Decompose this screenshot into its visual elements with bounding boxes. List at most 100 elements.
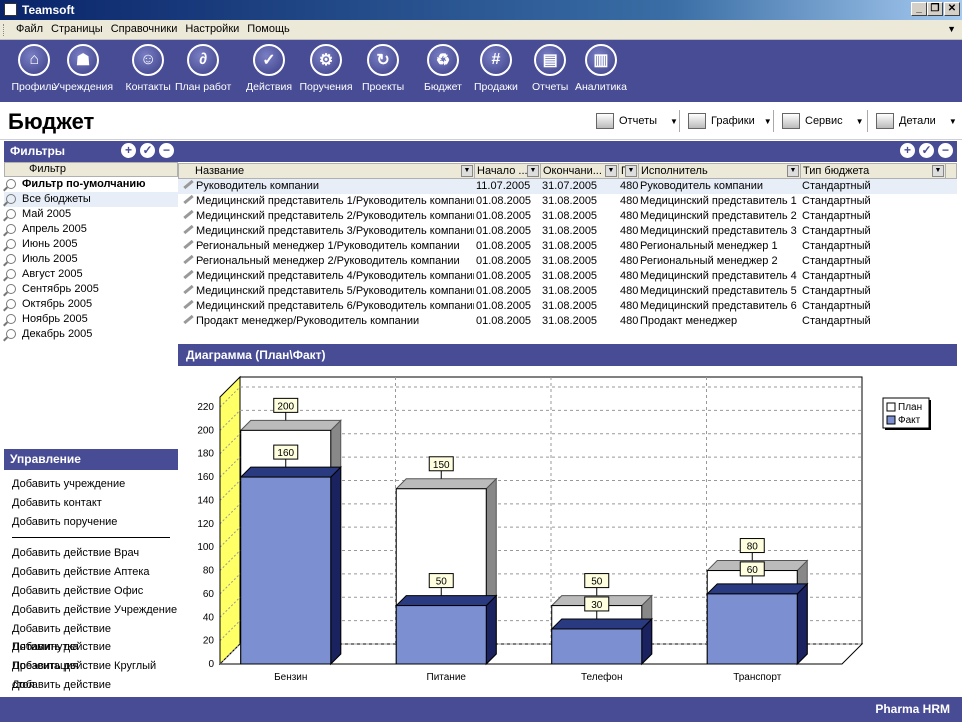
add-icon[interactable]: + (900, 143, 915, 158)
cell-text: Стандартный (802, 225, 871, 237)
column-header[interactable]: Начало ... ▼ (475, 164, 541, 178)
column-header[interactable]: Окончани... ▼ (541, 164, 619, 178)
table-row[interactable]: Медицинский представитель 2/Руководитель… (178, 209, 957, 224)
cell-text: Продакт менеджер/Руководитель компании (196, 315, 420, 327)
cell-text: Стандартный (802, 240, 871, 252)
bar-chart-icon: ▥ (584, 44, 617, 76)
dropdown-icon[interactable]: ▼ (605, 165, 617, 177)
table-row[interactable]: Медицинский представитель 4/Руководитель… (178, 269, 957, 284)
filter-item[interactable]: Фильтр по-умолчанию (4, 177, 178, 192)
dropdown-icon[interactable]: ▼ (932, 165, 944, 177)
nav-gears[interactable]: ⚙ Поручения (300, 44, 353, 93)
filter-item[interactable]: Октябрь 2005 (4, 297, 178, 312)
nav-document[interactable]: ▤ Отчеты (532, 44, 568, 93)
filters-title: Фильтры (10, 144, 66, 158)
title-bar: Teamsoft _ ❐ ✕ (0, 0, 962, 20)
table-row[interactable]: Медицинский представитель 5/Руководитель… (178, 284, 957, 299)
details-menu-button[interactable]: Детали ▼ (876, 111, 957, 131)
table-row[interactable]: Медицинский представитель 1/Руководитель… (178, 194, 957, 209)
plan-fact-chart: План/факт0204060801001201401601802002202… (197, 375, 931, 683)
nav-arrow[interactable]: ↻ Проекты (362, 44, 404, 93)
dropdown-icon[interactable]: ▼ (787, 165, 799, 177)
table-row[interactable]: Медицинский представитель 6/Руководитель… (178, 299, 957, 314)
dropdown-icon[interactable]: ▼ (625, 165, 637, 177)
reports-menu-button[interactable]: Отчеты ▼ (596, 111, 678, 131)
nav-paperclip[interactable]: ∂ План работ (175, 44, 231, 93)
management-link[interactable]: Добавить действие Пятиминутка (4, 620, 178, 654)
table-row[interactable]: Продакт менеджер/Руководитель компании 01… (178, 314, 957, 329)
table-cell: Региональный менеджер 2 (638, 254, 800, 269)
remove-icon[interactable]: − (938, 143, 953, 158)
bar-fact-top (395, 595, 498, 607)
menu-item[interactable]: Страницы (47, 23, 107, 35)
filter-label: Октябрь 2005 (22, 298, 93, 310)
arrow-icon: ↻ (367, 44, 400, 76)
dropdown-icon[interactable]: ▼ (461, 165, 473, 177)
table-row[interactable]: Медицинский представитель 3/Руководитель… (178, 224, 957, 239)
nav-people[interactable]: ☗ Учреждения (53, 44, 113, 93)
management-link[interactable]: Добавить действие Конференция (4, 676, 178, 710)
nav-house[interactable]: ⌂ Профиль (12, 44, 57, 93)
remove-icon[interactable]: − (159, 143, 174, 158)
column-header[interactable]: П...▼ (619, 164, 639, 178)
management-link[interactable]: Добавить действие Аптека (4, 563, 178, 582)
close-button[interactable]: ✕ (944, 2, 960, 16)
management-link[interactable]: Добавить действие Врач (4, 544, 178, 563)
minimize-button[interactable]: _ (911, 2, 927, 16)
menu-item[interactable]: Помощь (243, 23, 294, 35)
table-row[interactable]: Региональный менеджер 1/Руководитель ком… (178, 239, 957, 254)
cell-text: 480 (620, 195, 638, 207)
menu-item[interactable]: Файл (12, 23, 47, 35)
column-header[interactable]: Исполнитель ▼ (639, 164, 801, 178)
management-link[interactable]: Добавить действие Презентация (4, 638, 178, 672)
data-label: 80 (747, 542, 759, 553)
restore-button[interactable]: ❐ (927, 2, 943, 16)
management-link[interactable]: Добавить контакт (4, 494, 178, 513)
table-cell: 31.08.2005 (540, 254, 618, 269)
nav-checkmark[interactable]: ✓ Действия (246, 44, 292, 93)
nav-recycle[interactable]: ♻ Бюджет (424, 44, 462, 93)
table-cell: 11.07.2005 (474, 179, 540, 194)
management-link[interactable]: Добавить действие Учреждение (4, 601, 178, 620)
management-link[interactable]: Добавить действие Круглый стол (4, 657, 178, 691)
menu-item[interactable]: Справочники (107, 23, 182, 35)
filter-item[interactable]: Все бюджеты (4, 192, 178, 207)
table-row[interactable]: Региональный менеджер 2/Руководитель ком… (178, 254, 957, 269)
management-link[interactable]: Добавить поручение (4, 513, 178, 532)
check-icon[interactable]: ✓ (919, 143, 934, 158)
management-link[interactable]: Добавить действие Офис (4, 582, 178, 601)
filter-item[interactable]: Май 2005 (4, 207, 178, 222)
service-menu-button[interactable]: Сервис ▼ (782, 111, 864, 131)
filter-item[interactable]: Июнь 2005 (4, 237, 178, 252)
charts-menu-button[interactable]: Графики ▼ (688, 111, 772, 131)
filter-item[interactable]: Август 2005 (4, 267, 178, 282)
table-cell: 01.08.2005 (474, 314, 540, 329)
column-header[interactable]: Тип бюджета ▼ (801, 164, 946, 178)
check-icon[interactable]: ✓ (140, 143, 155, 158)
table-cell: Стандартный (800, 179, 945, 194)
filter-item[interactable]: Апрель 2005 (4, 222, 178, 237)
filter-item[interactable]: Декабрь 2005 (4, 327, 178, 342)
filter-label: Ноябрь 2005 (22, 313, 88, 325)
nav-person[interactable]: ☺ Контакты (126, 44, 171, 93)
management-link[interactable]: Добавить учреждение (4, 475, 178, 494)
filter-item[interactable]: Ноябрь 2005 (4, 312, 178, 327)
nav-bar-chart[interactable]: ▥ Аналитика (575, 44, 627, 93)
y-tick-label: 80 (203, 566, 215, 577)
cell-text: 01.08.2005 (476, 300, 532, 312)
filters-header: Фильтры + ✓ − (4, 141, 178, 162)
cell-text: Руководитель компании (196, 180, 319, 192)
table-row[interactable]: Руководитель компании 11.07.2005 31.07.200… (178, 179, 957, 194)
pencil-icon (182, 254, 194, 264)
filter-item[interactable]: Июль 2005 (4, 252, 178, 267)
menu-item[interactable]: Настройки (181, 23, 243, 35)
nav-hash[interactable]: # Продажи (474, 44, 518, 93)
column-header[interactable]: Название ▼ (179, 164, 475, 178)
table-cell: Стандартный (800, 194, 945, 209)
filter-column-header[interactable]: Фильтр (4, 162, 178, 177)
dropdown-icon[interactable]: ▼ (527, 165, 539, 177)
add-icon[interactable]: + (121, 143, 136, 158)
filter-item[interactable]: Сентябрь 2005 (4, 282, 178, 297)
cell-text: Стандартный (802, 270, 871, 282)
chevron-down-icon[interactable]: ▼ (947, 24, 956, 34)
